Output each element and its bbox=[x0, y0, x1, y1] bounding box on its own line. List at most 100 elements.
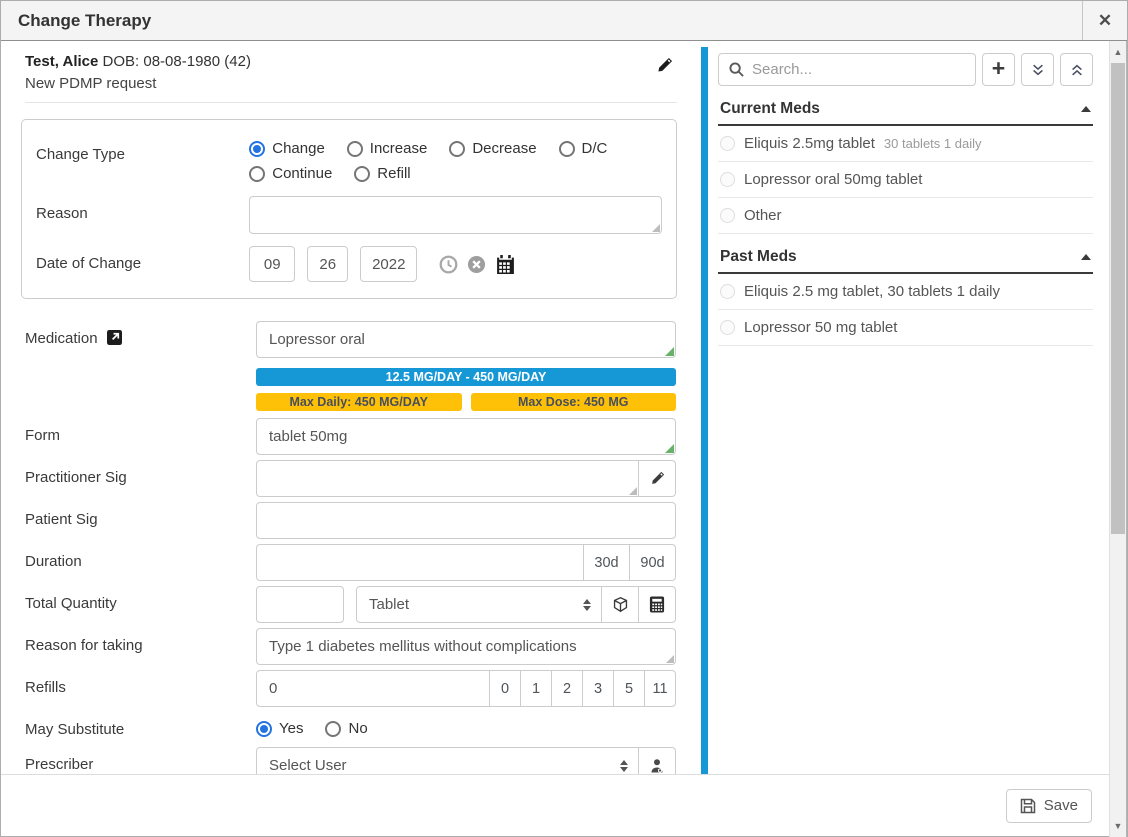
med-item-lopressor-current[interactable]: Lopressor oral 50mg tablet bbox=[718, 162, 1093, 198]
save-button[interactable]: Save bbox=[1006, 789, 1092, 823]
resize-grip-icon[interactable] bbox=[665, 347, 674, 356]
date-of-change-row: 09 26 2022 bbox=[249, 246, 662, 282]
collapse-section-icon[interactable] bbox=[1081, 254, 1091, 260]
resize-grip-icon[interactable] bbox=[629, 487, 637, 495]
refills-label: Refills bbox=[25, 670, 256, 707]
package-cube-button[interactable] bbox=[601, 586, 639, 623]
refills-5-button[interactable]: 5 bbox=[613, 670, 645, 707]
med-bullet-icon bbox=[720, 320, 735, 335]
past-meds-title: Past Meds bbox=[720, 248, 797, 266]
radio-no-label: No bbox=[348, 720, 367, 737]
external-link-square-icon[interactable] bbox=[107, 330, 122, 345]
refills-input[interactable]: 0 bbox=[256, 670, 490, 707]
add-med-button[interactable]: + bbox=[982, 53, 1015, 86]
refills-1-button[interactable]: 1 bbox=[520, 670, 552, 707]
radio-continue[interactable]: Continue bbox=[249, 165, 332, 182]
double-chevron-down-icon bbox=[1031, 63, 1045, 77]
quantity-unit-value: Tablet bbox=[369, 596, 409, 613]
radio-substitute-yes[interactable]: Yes bbox=[256, 720, 303, 737]
clear-date-icon[interactable] bbox=[467, 255, 486, 274]
calendar-icon[interactable] bbox=[495, 254, 516, 275]
form-value: tablet 50mg bbox=[269, 428, 347, 445]
prescriber-label: Prescriber bbox=[25, 747, 256, 776]
edit-sig-button[interactable] bbox=[638, 460, 676, 497]
past-meds-header[interactable]: Past Meds bbox=[718, 244, 1093, 274]
form-label: Form bbox=[25, 418, 256, 455]
medication-label-row: Medication bbox=[25, 321, 256, 411]
change-type-panel: Change Type Change Increase bbox=[21, 119, 677, 299]
medication-label: Medication bbox=[25, 330, 98, 347]
resize-grip-icon[interactable] bbox=[666, 655, 674, 663]
medication-input[interactable]: Lopressor oral bbox=[256, 321, 676, 358]
plus-icon: + bbox=[992, 57, 1005, 80]
med-bullet-icon bbox=[720, 136, 735, 151]
practitioner-sig-textarea[interactable] bbox=[256, 460, 639, 497]
dialog-title: Change Therapy bbox=[1, 11, 1082, 31]
user-md-icon bbox=[649, 758, 665, 774]
time-clock-icon[interactable] bbox=[439, 255, 458, 274]
collapse-all-button[interactable] bbox=[1060, 53, 1093, 86]
calculator-icon bbox=[649, 596, 665, 613]
accent-divider-bar bbox=[701, 47, 708, 776]
radio-refill-dot bbox=[354, 166, 370, 182]
form-input[interactable]: tablet 50mg bbox=[256, 418, 676, 455]
med-name: Eliquis 2.5 mg tablet, 30 tablets 1 dail… bbox=[744, 283, 1000, 300]
scroll-down-arrow-icon[interactable]: ▼ bbox=[1110, 817, 1126, 834]
resize-grip-icon[interactable] bbox=[665, 444, 674, 453]
radio-decrease[interactable]: Decrease bbox=[449, 140, 536, 157]
med-item-eliquis-current[interactable]: Eliquis 2.5mg tablet 30 tablets 1 daily bbox=[718, 126, 1093, 162]
total-quantity-label: Total Quantity bbox=[25, 586, 256, 623]
calculator-button[interactable] bbox=[638, 586, 676, 623]
expand-all-button[interactable] bbox=[1021, 53, 1054, 86]
select-prescriber-user-button[interactable] bbox=[638, 747, 676, 776]
resize-grip-icon[interactable] bbox=[652, 224, 660, 232]
meds-search-input[interactable]: Search... bbox=[718, 53, 976, 86]
scrollbar-thumb[interactable] bbox=[1111, 63, 1125, 534]
date-month-input[interactable]: 09 bbox=[249, 246, 295, 282]
radio-increase[interactable]: Increase bbox=[347, 140, 428, 157]
radio-yes-dot bbox=[256, 721, 272, 737]
med-item-lopressor-past[interactable]: Lopressor 50 mg tablet bbox=[718, 310, 1093, 346]
radio-refill[interactable]: Refill bbox=[354, 165, 410, 182]
refills-0-button[interactable]: 0 bbox=[489, 670, 521, 707]
refills-11-button[interactable]: 11 bbox=[644, 670, 676, 707]
med-item-eliquis-past[interactable]: Eliquis 2.5 mg tablet, 30 tablets 1 dail… bbox=[718, 274, 1093, 310]
med-item-other[interactable]: Other bbox=[718, 198, 1093, 234]
pdmp-request-link[interactable]: New PDMP request bbox=[25, 75, 677, 92]
max-daily-badge: Max Daily: 450 MG/DAY bbox=[256, 393, 462, 411]
current-meds-header[interactable]: Current Meds bbox=[718, 96, 1093, 126]
change-type-label: Change Type bbox=[36, 137, 249, 182]
total-quantity-input[interactable] bbox=[256, 586, 344, 623]
patient-sig-input[interactable] bbox=[256, 502, 676, 539]
radio-change[interactable]: Change bbox=[249, 140, 325, 157]
meds-toolbar: Search... + bbox=[718, 53, 1093, 86]
pencil-icon bbox=[650, 471, 665, 486]
scroll-up-arrow-icon[interactable]: ▲ bbox=[1110, 43, 1126, 60]
med-name: Lopressor 50 mg tablet bbox=[744, 319, 897, 336]
quantity-unit-select[interactable]: Tablet bbox=[356, 586, 602, 623]
vertical-scrollbar[interactable]: ▲ ▼ bbox=[1109, 41, 1127, 837]
select-arrows-icon bbox=[620, 760, 628, 772]
radio-substitute-no[interactable]: No bbox=[325, 720, 367, 737]
radio-increase-dot bbox=[347, 141, 363, 157]
current-meds-title: Current Meds bbox=[720, 100, 820, 118]
med-name: Lopressor oral 50mg tablet bbox=[744, 171, 922, 188]
duration-input[interactable] bbox=[256, 544, 584, 581]
refills-3-button[interactable]: 3 bbox=[582, 670, 614, 707]
reason-for-taking-textarea[interactable]: Type 1 diabetes mellitus without complic… bbox=[256, 628, 676, 665]
duration-30d-button[interactable]: 30d bbox=[583, 544, 630, 581]
double-chevron-up-icon bbox=[1070, 63, 1084, 77]
radio-decrease-dot bbox=[449, 141, 465, 157]
select-arrows-icon bbox=[583, 599, 591, 611]
refills-2-button[interactable]: 2 bbox=[551, 670, 583, 707]
date-year-input[interactable]: 2022 bbox=[360, 246, 417, 282]
radio-dc[interactable]: D/C bbox=[559, 140, 608, 157]
reason-textarea[interactable] bbox=[249, 196, 662, 234]
duration-90d-button[interactable]: 90d bbox=[629, 544, 676, 581]
date-day-input[interactable]: 26 bbox=[307, 246, 348, 282]
dose-range-badge: 12.5 MG/DAY - 450 MG/DAY bbox=[256, 368, 676, 386]
prescriber-select[interactable]: Select User bbox=[256, 747, 639, 776]
close-button[interactable]: ✕ bbox=[1082, 1, 1127, 40]
collapse-section-icon[interactable] bbox=[1081, 106, 1091, 112]
edit-patient-pencil-icon[interactable] bbox=[656, 57, 673, 74]
